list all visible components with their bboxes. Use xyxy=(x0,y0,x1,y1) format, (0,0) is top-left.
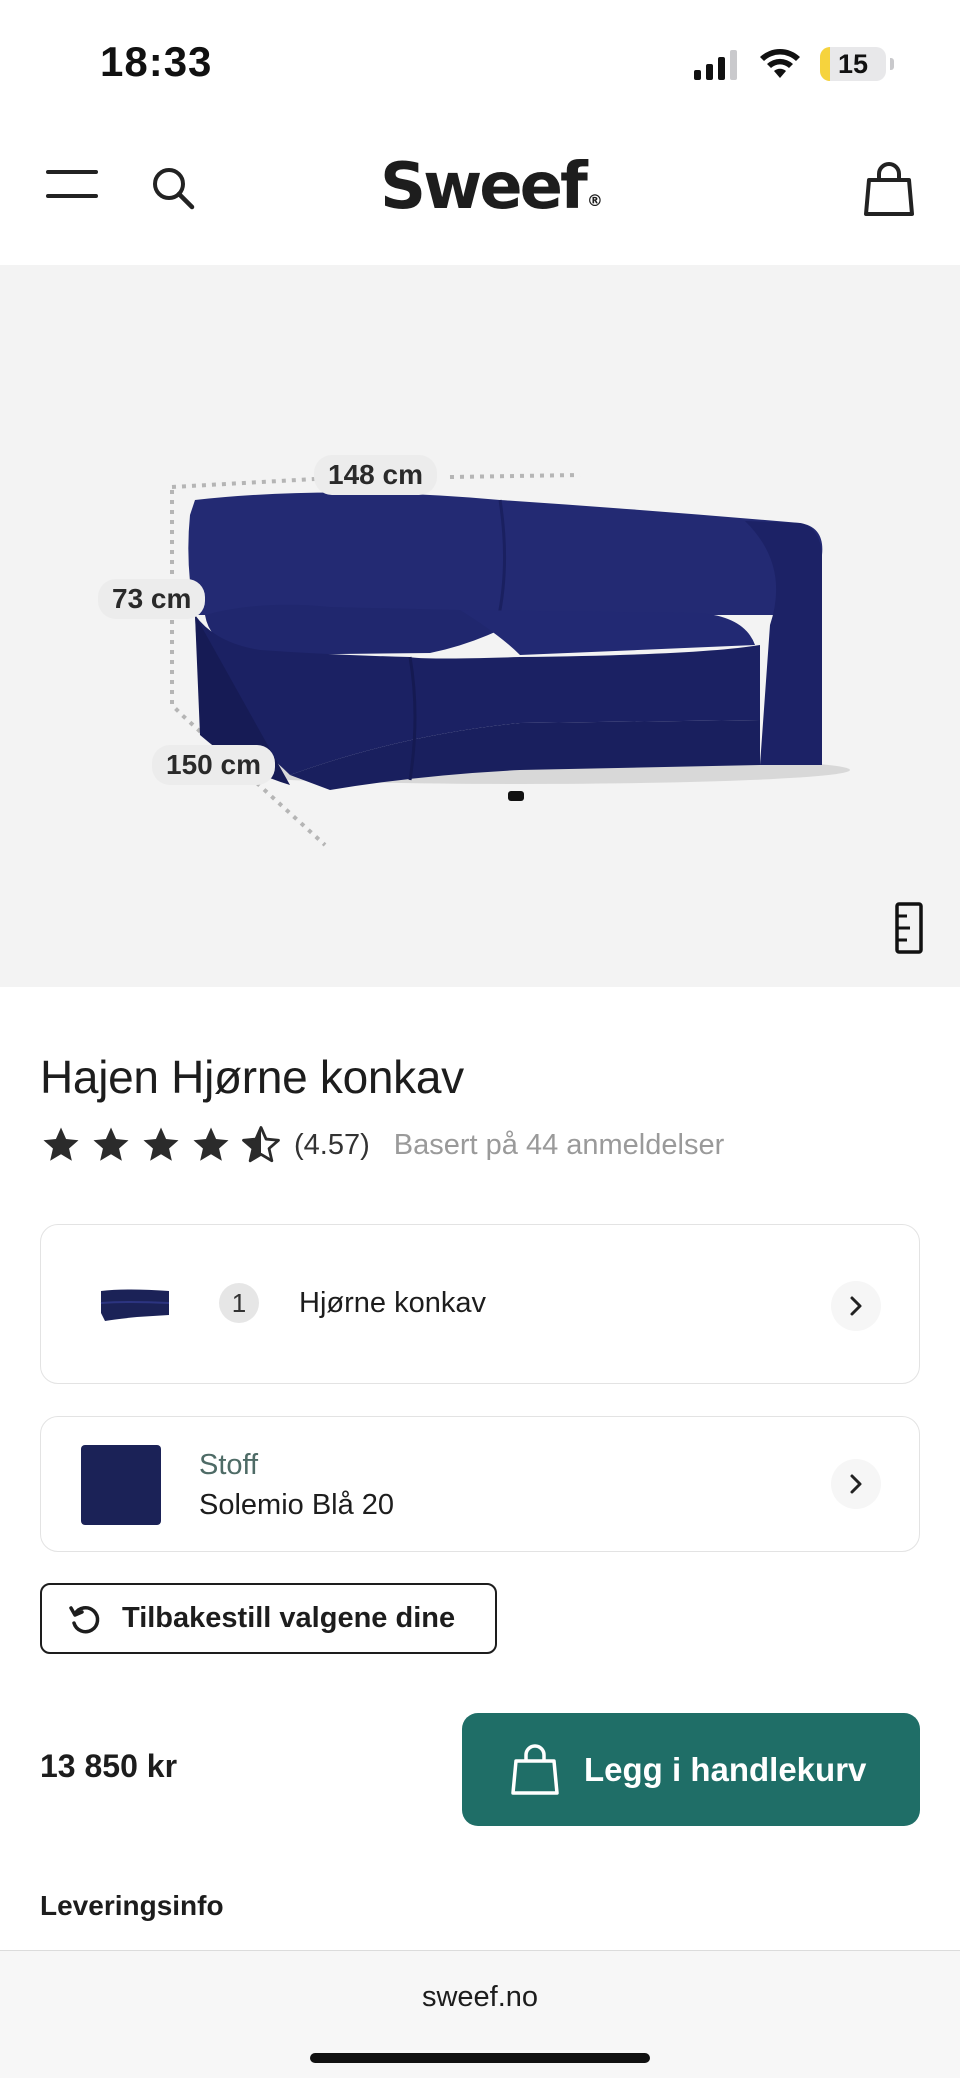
module-quantity-badge: 1 xyxy=(219,1283,259,1323)
chevron-right-icon xyxy=(850,1296,862,1316)
logo-text: Sweef xyxy=(380,150,588,224)
half-star-icon xyxy=(242,1126,280,1163)
reset-icon xyxy=(69,1605,100,1633)
menu-icon-line xyxy=(46,194,98,198)
module-option-card[interactable]: 1 Hjørne konkav xyxy=(40,1224,920,1384)
fabric-option-card[interactable]: Stoff Solemio Blå 20 xyxy=(40,1416,920,1552)
reset-selections-button[interactable]: Tilbakestill valgene dine xyxy=(40,1583,497,1654)
menu-icon-line xyxy=(46,170,98,174)
fabric-label: Stoff xyxy=(199,1449,259,1481)
module-chevron-button[interactable] xyxy=(831,1281,881,1331)
site-header: Sweef ® xyxy=(0,120,960,265)
product-title: Hajen Hjørne konkav xyxy=(40,1051,464,1103)
star-icon xyxy=(43,1127,79,1161)
status-icons: 15 xyxy=(692,44,894,84)
delivery-info-heading[interactable]: Leveringsinfo xyxy=(40,1890,224,1922)
star-icon xyxy=(143,1127,179,1161)
rating-count[interactable]: Basert på 44 anmeldelser xyxy=(394,1129,724,1162)
rating-stars xyxy=(40,1124,282,1166)
battery-cap xyxy=(890,58,894,70)
product-price: 13 850 kr xyxy=(40,1748,178,1784)
product-image[interactable]: 148 cm 73 cm 150 cm xyxy=(0,265,960,987)
rating-row[interactable]: (4.57) Basert på 44 anmeldelser xyxy=(40,1120,724,1170)
sofa-illustration xyxy=(170,473,850,847)
add-to-cart-button[interactable]: Legg i handlekurv xyxy=(462,1713,920,1826)
home-indicator xyxy=(310,2053,650,2063)
dimension-width-label: 148 cm xyxy=(314,455,437,495)
status-time: 18:33 xyxy=(100,38,213,85)
dimension-height-label: 73 cm xyxy=(98,579,206,619)
battery-level: 15 xyxy=(837,48,869,79)
battery-icon: 15 xyxy=(820,47,886,81)
rating-value: (4.57) xyxy=(294,1128,370,1161)
logo[interactable]: Sweef ® xyxy=(380,150,603,230)
battery-fill xyxy=(820,47,830,81)
module-thumbnail xyxy=(100,1289,170,1321)
search-icon[interactable] xyxy=(148,163,198,213)
ruler-icon[interactable] xyxy=(894,901,924,955)
shopping-bag-icon[interactable] xyxy=(862,160,916,220)
dimension-depth-label: 150 cm xyxy=(152,745,275,785)
status-bar: 18:33 15 xyxy=(0,0,960,120)
logo-registered-mark: ® xyxy=(586,191,603,210)
chevron-right-icon xyxy=(850,1474,862,1494)
fabric-value: Solemio Blå 20 xyxy=(199,1489,395,1521)
browser-url[interactable]: sweef.no xyxy=(0,1981,960,2014)
fabric-chevron-button[interactable] xyxy=(831,1459,881,1509)
fabric-swatch xyxy=(81,1445,161,1525)
star-icon xyxy=(193,1127,229,1161)
add-to-cart-label: Legg i handlekurv xyxy=(584,1750,867,1788)
module-name: Hjørne konkav xyxy=(299,1287,486,1319)
signal-icon xyxy=(694,50,737,80)
shopping-bag-icon xyxy=(511,1743,559,1795)
reset-label: Tilbakestill valgene dine xyxy=(122,1602,456,1634)
browser-address-bar[interactable]: sweef.no xyxy=(0,1950,960,2078)
star-icon xyxy=(93,1127,129,1161)
wifi-icon xyxy=(760,49,800,78)
menu-button[interactable] xyxy=(46,170,98,210)
